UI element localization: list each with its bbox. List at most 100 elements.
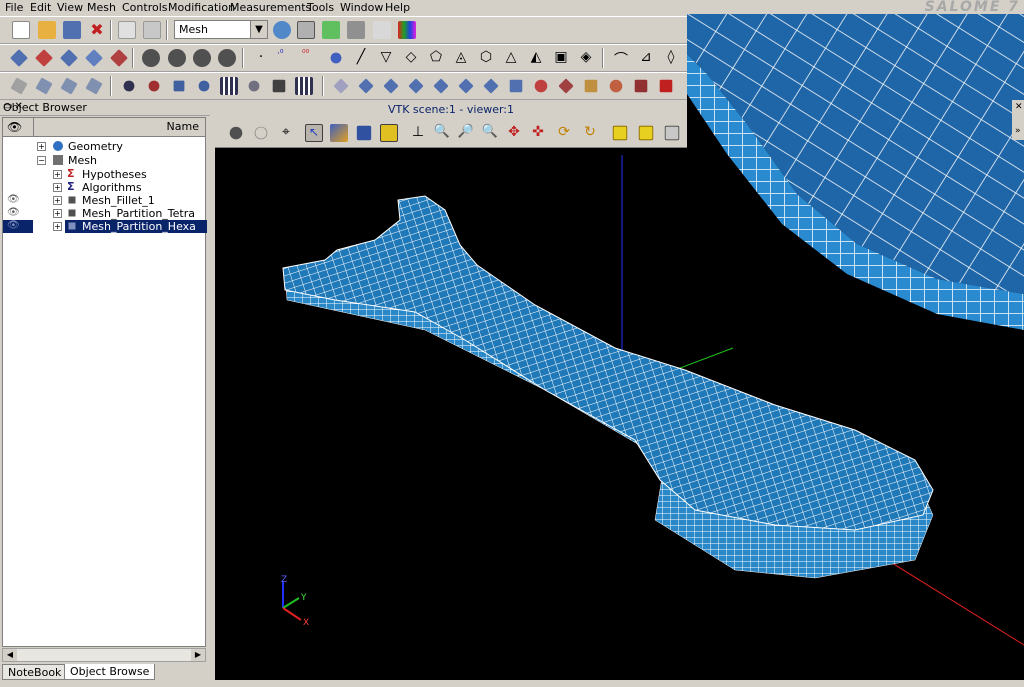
menu-mesh[interactable]: Mesh bbox=[87, 1, 116, 14]
scale-icon[interactable] bbox=[198, 80, 210, 92]
interaction-style-icon[interactable] bbox=[254, 126, 268, 140]
selection-pointer-icon[interactable]: ↖ bbox=[305, 124, 323, 142]
translation-icon[interactable] bbox=[123, 80, 135, 92]
extrusion-icon[interactable] bbox=[534, 79, 548, 93]
column-name[interactable]: Name bbox=[167, 120, 199, 133]
edge-icon[interactable]: ╱ bbox=[352, 49, 370, 67]
chevron-right-icon[interactable]: » bbox=[1015, 126, 1021, 136]
module-selector[interactable]: Mesh ▼ bbox=[174, 20, 268, 39]
cutting-quads-icon[interactable] bbox=[433, 78, 449, 94]
menu-help[interactable]: Help bbox=[385, 1, 410, 14]
paravis-module-icon[interactable] bbox=[398, 21, 416, 39]
tree-item-geometry[interactable]: + Geometry bbox=[3, 140, 205, 153]
menu-tools[interactable]: Tools bbox=[307, 1, 334, 14]
copy-mesh-icon[interactable] bbox=[85, 49, 103, 67]
rotation-icon[interactable] bbox=[148, 80, 160, 92]
menu-edit[interactable]: Edit bbox=[30, 1, 51, 14]
quadratic-edge-icon[interactable]: ⌒ bbox=[612, 49, 630, 68]
polygon-selection-icon[interactable] bbox=[356, 125, 372, 141]
visibility-eye-icon[interactable]: 👁 bbox=[7, 220, 20, 231]
0d-element-icon[interactable]: ·⁰ bbox=[277, 49, 295, 67]
visibility-eye-icon[interactable]: 👁 bbox=[7, 194, 20, 205]
expand-icon[interactable]: + bbox=[53, 183, 62, 192]
2d-from-3d-icon[interactable] bbox=[634, 79, 648, 93]
quadratic-triangle-icon[interactable]: ⊿ bbox=[637, 49, 655, 67]
dump-view-icon[interactable] bbox=[229, 126, 243, 140]
sew-icon[interactable] bbox=[220, 77, 238, 95]
create-mesh-icon[interactable] bbox=[10, 49, 28, 67]
menu-window[interactable]: Window bbox=[340, 1, 383, 14]
open-folder-icon[interactable] bbox=[38, 21, 56, 39]
cube-module-icon[interactable] bbox=[322, 21, 340, 39]
tree-item-mesh[interactable]: − Mesh bbox=[3, 154, 205, 167]
triangle-icon[interactable]: ▽ bbox=[377, 49, 395, 67]
post-module-icon[interactable] bbox=[373, 21, 391, 39]
tree-item-algorithms[interactable]: + Σ Algorithms bbox=[3, 181, 205, 194]
view-top-icon[interactable] bbox=[664, 125, 680, 141]
tree-item-mesh-fillet[interactable]: 👁 + Mesh_Fillet_1 bbox=[3, 194, 205, 207]
save-icon[interactable] bbox=[63, 21, 81, 39]
global-pan-icon[interactable]: ✜ bbox=[529, 124, 547, 142]
revolution-icon[interactable] bbox=[558, 78, 574, 94]
view-front-icon[interactable] bbox=[612, 125, 628, 141]
prism-icon[interactable]: ◭ bbox=[527, 49, 545, 67]
zooming-style-icon[interactable]: ⌖ bbox=[277, 124, 295, 142]
gear-preview-icon[interactable] bbox=[218, 49, 236, 67]
tetra-icon[interactable]: ◬ bbox=[452, 49, 470, 67]
create-submesh-icon[interactable] bbox=[35, 49, 53, 67]
remove-nodes-icon[interactable] bbox=[10, 77, 28, 95]
menu-file[interactable]: File bbox=[5, 1, 23, 14]
orientation-icon[interactable] bbox=[483, 78, 499, 94]
split-volumes-icon[interactable] bbox=[458, 78, 474, 94]
paste-icon[interactable] bbox=[143, 21, 161, 39]
menu-view[interactable]: View bbox=[57, 1, 83, 14]
rotation-icon[interactable]: ⟳ bbox=[555, 124, 573, 142]
tab-object-browser[interactable]: Object Browse bbox=[64, 664, 156, 680]
ball-icon[interactable] bbox=[330, 52, 342, 64]
rotation-point-icon[interactable]: ↻ bbox=[581, 124, 599, 142]
split-to-tetra-icon[interactable] bbox=[659, 79, 673, 93]
object-browser-tree[interactable]: 👁 Name + Geometry − Mesh + Σ Hypotheses … bbox=[2, 117, 207, 647]
gear-compute-icon[interactable] bbox=[168, 49, 186, 67]
hex-prism-icon[interactable]: ▣ bbox=[552, 49, 570, 67]
pan-icon[interactable]: ✥ bbox=[505, 124, 523, 142]
menu-measurements[interactable]: Measurements bbox=[230, 1, 311, 14]
gear-icon[interactable] bbox=[142, 49, 160, 67]
hexa-icon[interactable]: ⬡ bbox=[477, 49, 495, 67]
fit-all-icon[interactable]: 🔍 bbox=[433, 124, 451, 142]
chevron-down-icon[interactable]: ▼ bbox=[250, 21, 267, 38]
copy-icon[interactable] bbox=[118, 21, 136, 39]
symmetry-icon[interactable] bbox=[173, 80, 185, 92]
pattern-mapping-icon[interactable] bbox=[584, 79, 598, 93]
tab-notebook[interactable]: NoteBook bbox=[2, 664, 68, 680]
expand-icon[interactable]: + bbox=[37, 142, 46, 151]
dock-buttons[interactable]: ▭✕ bbox=[3, 101, 206, 112]
remove-elements-icon[interactable] bbox=[35, 77, 53, 95]
mesh-module-icon[interactable] bbox=[297, 21, 315, 39]
scroll-right-icon[interactable]: ▶ bbox=[191, 649, 205, 661]
tree-item-hypotheses[interactable]: + Σ Hypotheses bbox=[3, 168, 205, 181]
merge-elements-icon[interactable] bbox=[272, 79, 286, 93]
duplicate-icon[interactable] bbox=[295, 77, 313, 95]
tree-item-mesh-partition-hexa[interactable]: 👁 + Mesh_Partition_Hexa bbox=[3, 220, 207, 233]
dynamic-preselection-icon[interactable] bbox=[380, 124, 398, 142]
new-document-icon[interactable] bbox=[12, 21, 30, 39]
node-icon[interactable]: · bbox=[252, 49, 270, 67]
menu-controls[interactable]: Controls bbox=[122, 1, 168, 14]
visibility-eye-icon[interactable]: 👁 bbox=[7, 207, 20, 218]
view-back-icon[interactable] bbox=[638, 125, 654, 141]
convert-quadratic-icon[interactable] bbox=[609, 79, 623, 93]
remove-orphan-icon[interactable] bbox=[60, 77, 78, 95]
diagonal-inversion-icon[interactable] bbox=[358, 78, 374, 94]
tree-item-mesh-partition-tetra[interactable]: 👁 + Mesh_Partition_Tetra bbox=[3, 207, 205, 220]
quadrangle-icon[interactable]: ◇ bbox=[402, 49, 420, 67]
eye-icon[interactable]: 👁 bbox=[7, 120, 22, 134]
menu-modification[interactable]: Modification bbox=[168, 1, 235, 14]
clear-mesh-icon[interactable] bbox=[85, 77, 103, 95]
geometry-module-icon[interactable] bbox=[273, 21, 291, 39]
expand-icon[interactable]: + bbox=[53, 222, 62, 231]
expand-icon[interactable]: + bbox=[53, 196, 62, 205]
expand-icon[interactable]: + bbox=[53, 170, 62, 179]
edit-mesh-icon[interactable] bbox=[60, 49, 78, 67]
polyhedron-icon[interactable]: ◈ bbox=[577, 49, 595, 67]
